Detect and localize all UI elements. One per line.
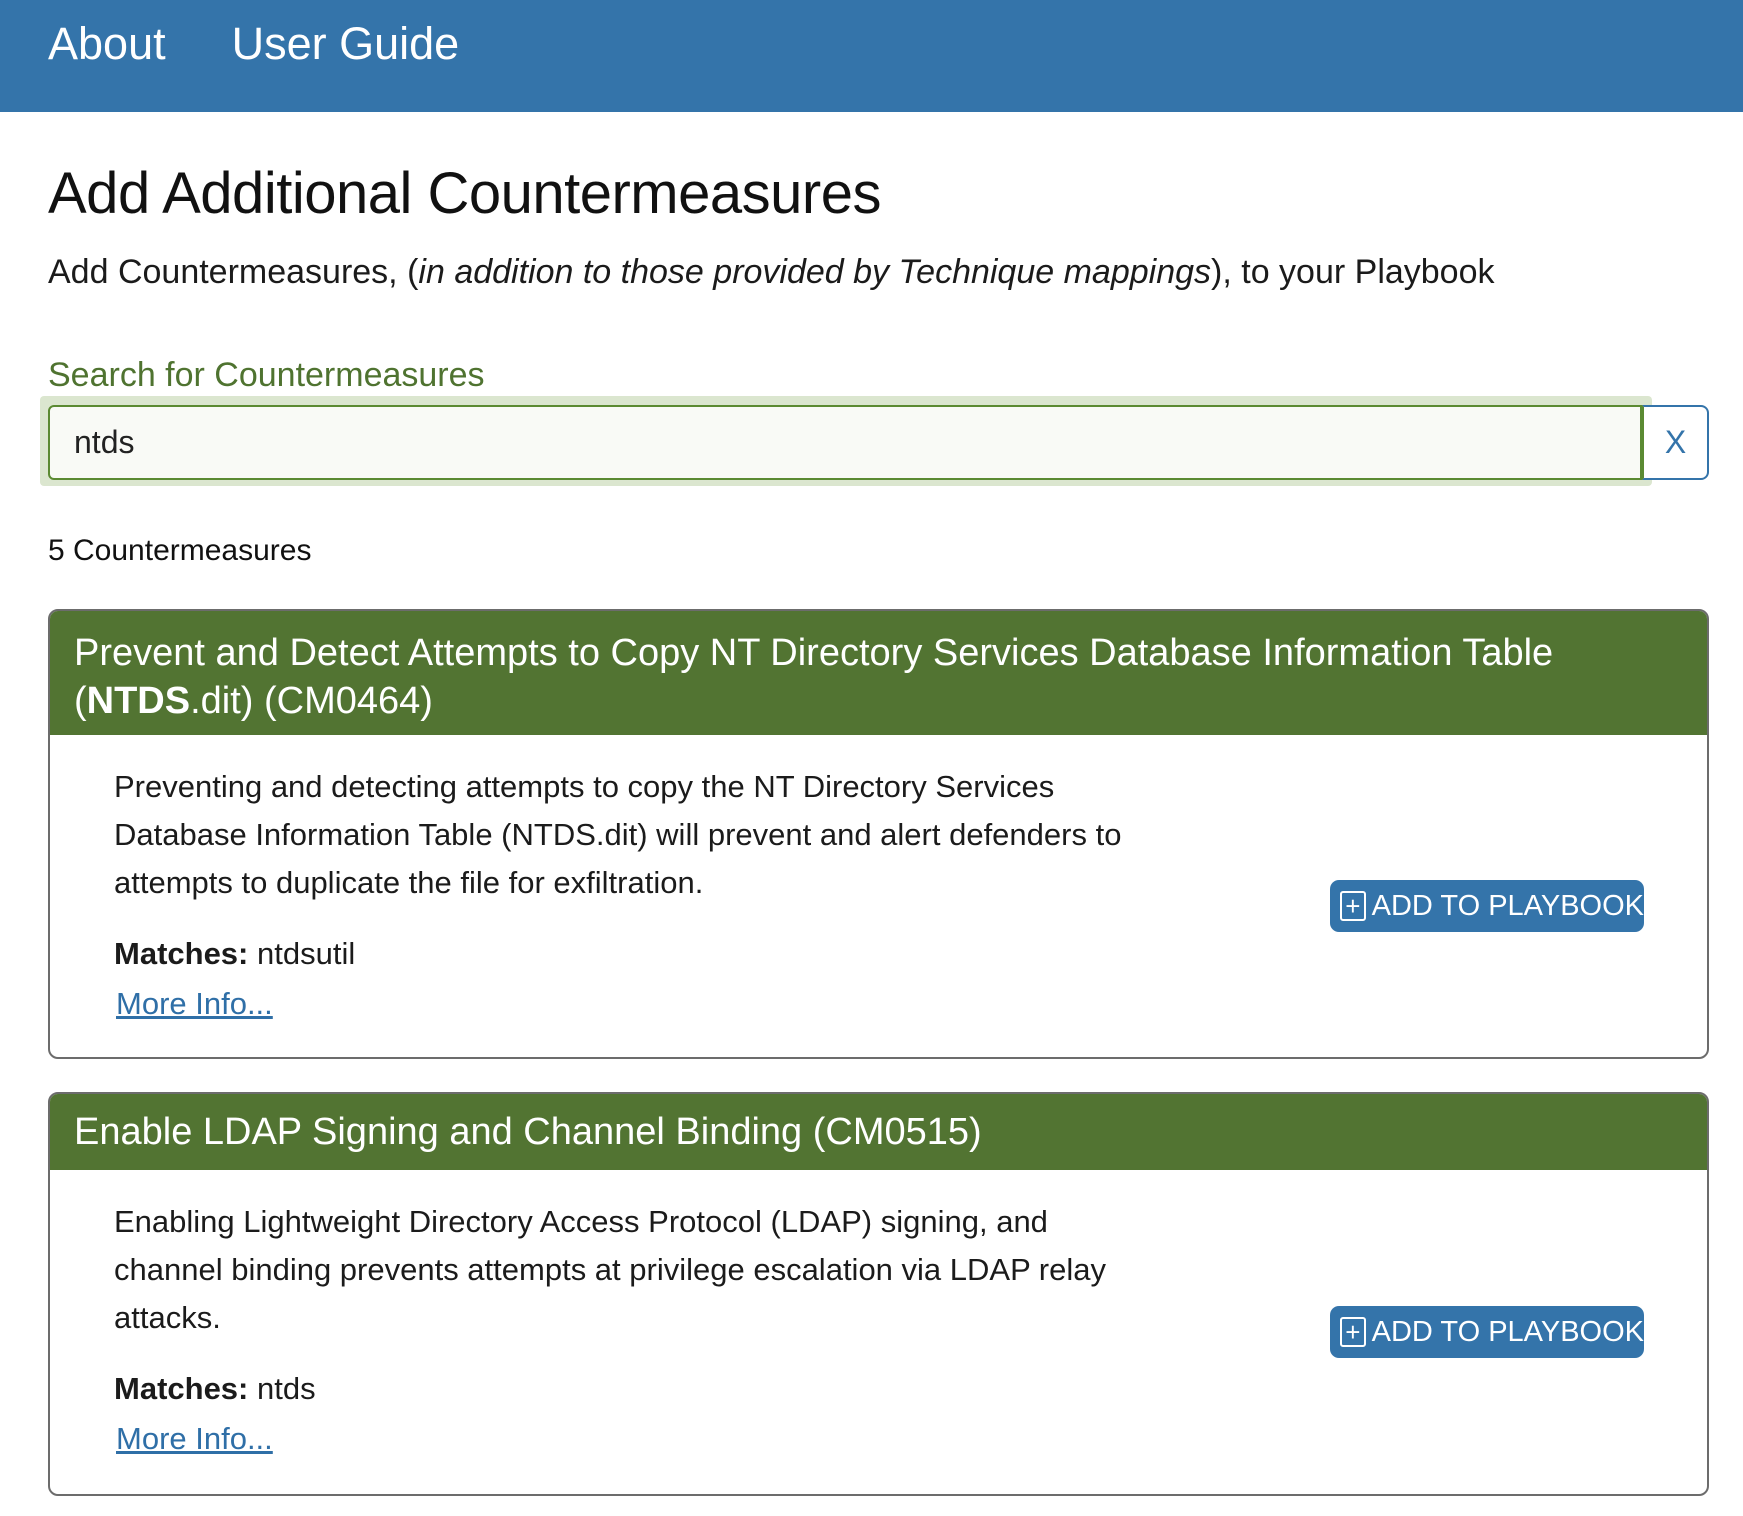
- add-to-playbook-label: ADD TO PLAYBOOK: [1371, 889, 1644, 922]
- subtitle-prefix: Add Countermeasures, (: [48, 253, 419, 291]
- matches-label: Matches:: [114, 936, 249, 971]
- matches-value: ntdsutil: [257, 936, 356, 971]
- nav-link-user-guide[interactable]: User Guide: [232, 21, 460, 66]
- matches-label: Matches:: [114, 1371, 249, 1406]
- top-nav: About User Guide: [0, 0, 1743, 112]
- countermeasure-card: Enable LDAP Signing and Channel Binding …: [48, 1092, 1709, 1496]
- page-subtitle: Add Countermeasures, (in addition to tho…: [48, 253, 1495, 292]
- add-to-playbook-button[interactable]: + ADD TO PLAYBOOK: [1330, 880, 1644, 932]
- plus-icon: +: [1340, 1317, 1366, 1347]
- card-title: Prevent and Detect Attempts to Copy NT D…: [50, 611, 1707, 735]
- card-title-prefix: Enable LDAP Signing and Channel Binding …: [74, 1111, 982, 1153]
- search-label: Search for Countermeasures: [48, 356, 485, 394]
- more-info-link[interactable]: More Info...: [116, 986, 273, 1022]
- card-title-highlight: NTDS: [86, 680, 191, 722]
- countermeasure-card: Prevent and Detect Attempts to Copy NT D…: [48, 609, 1709, 1059]
- clear-search-button[interactable]: X: [1642, 405, 1709, 480]
- card-matches: Matches: ntdsutil: [114, 936, 355, 972]
- card-matches: Matches: ntds: [114, 1371, 316, 1407]
- card-title-suffix: .dit) (CM0464): [190, 680, 433, 722]
- matches-value: ntds: [257, 1371, 316, 1406]
- nav-link-about[interactable]: About: [48, 21, 166, 66]
- subtitle-suffix: ), to your Playbook: [1211, 253, 1495, 291]
- more-info-link[interactable]: More Info...: [116, 1421, 273, 1457]
- search-input[interactable]: [48, 405, 1642, 480]
- add-to-playbook-label: ADD TO PLAYBOOK: [1371, 1315, 1644, 1348]
- result-count: 5 Countermeasures: [48, 534, 312, 567]
- card-description: Enabling Lightweight Directory Access Pr…: [114, 1204, 1106, 1335]
- card-description: Preventing and detecting attempts to cop…: [114, 769, 1122, 900]
- card-title: Enable LDAP Signing and Channel Binding …: [50, 1094, 1707, 1170]
- plus-icon: +: [1340, 891, 1366, 921]
- page-title: Add Additional Countermeasures: [48, 161, 881, 226]
- add-to-playbook-button[interactable]: + ADD TO PLAYBOOK: [1330, 1306, 1644, 1358]
- subtitle-italic: in addition to those provided by Techniq…: [418, 253, 1212, 291]
